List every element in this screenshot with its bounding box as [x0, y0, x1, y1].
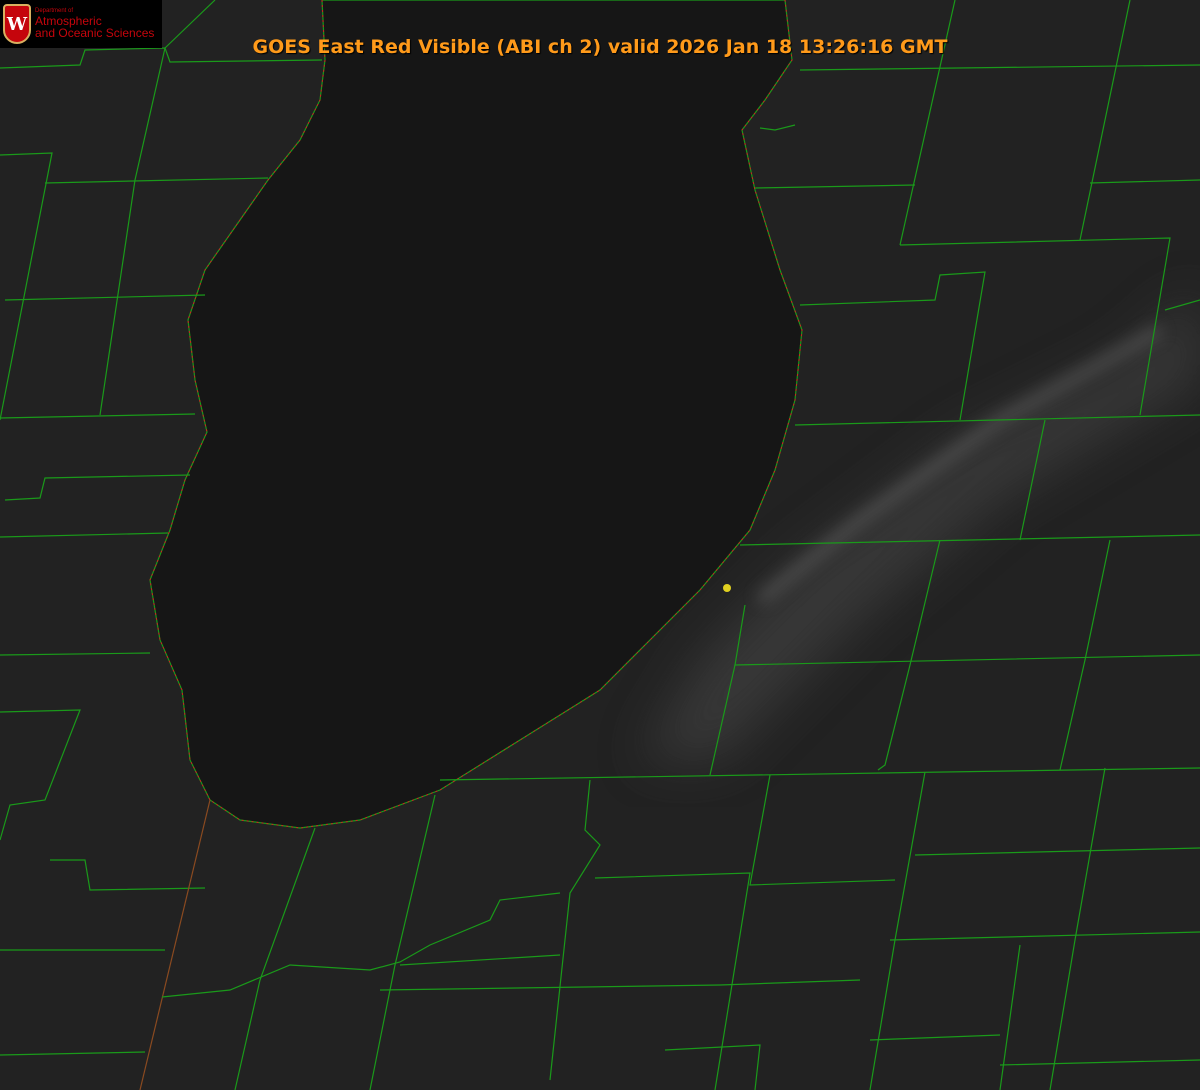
- satellite-image: W Department of Atmospheric and Oceanic …: [0, 0, 1200, 1090]
- map-canvas: [0, 0, 1200, 1090]
- crest-letter: W: [6, 13, 28, 35]
- image-title: GOES East Red Visible (ABI ch 2) valid 2…: [252, 36, 948, 58]
- location-marker: [723, 584, 731, 592]
